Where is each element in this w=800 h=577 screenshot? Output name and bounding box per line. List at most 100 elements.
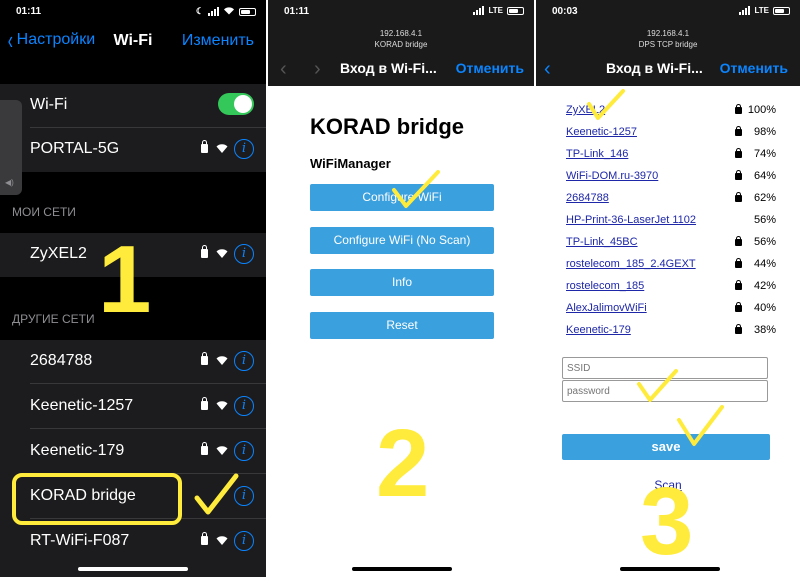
home-indicator [620, 567, 720, 571]
browser-header: 01:11 LTE 192.168.4.1 KORAD bridge ‹ › В… [268, 0, 534, 86]
info-icon[interactable]: i [234, 244, 254, 264]
network-list: ZyXEL2 100% Keenetic-1257 98% TP-Link_146 74%… [566, 104, 776, 346]
edit-button[interactable]: Изменить [182, 32, 254, 50]
network-name: 2684788 [30, 352, 93, 369]
forward-chevron-icon[interactable]: › [314, 58, 321, 81]
lock-icon [735, 302, 742, 312]
network-name: ZyXEL2 [30, 245, 87, 262]
network-list-item[interactable]: TP-Link_146 74% [566, 148, 776, 170]
network-name: Keenetic-179 [30, 442, 125, 459]
network-list-item[interactable]: rostelecom_185_2.4GEXT 44% [566, 258, 776, 280]
home-indicator [352, 567, 452, 571]
page-title: KORAD bridge [310, 114, 464, 139]
info-icon[interactable]: i [234, 441, 254, 461]
wifi-icon [216, 144, 228, 153]
back-chevron-icon[interactable]: ‹ [544, 58, 551, 81]
signal-strength: 44% [753, 258, 776, 270]
browser-header: 00:03 LTE 192.168.4.1 DPS TCP bridge ‹ В… [536, 0, 800, 86]
network-link[interactable]: 2684788 [566, 192, 609, 204]
network-link[interactable]: AlexJalimovWiFi [566, 302, 647, 314]
network-row[interactable]: 2684788 i [0, 340, 266, 384]
network-link[interactable]: TP-Link_146 [566, 148, 628, 160]
network-name: RT-WiFi-F087 [30, 532, 130, 549]
info-button[interactable]: Info [310, 269, 494, 296]
lock-icon [735, 324, 742, 334]
home-indicator [78, 567, 188, 571]
lock-icon [201, 397, 208, 410]
cancel-button[interactable]: Отменить [720, 60, 788, 76]
network-link[interactable]: WiFi-DOM.ru-3970 [566, 170, 658, 182]
browser-nav: ‹ › Вход в Wi-Fi... Отменить [268, 58, 534, 80]
signal-strength: 56% [753, 214, 776, 226]
network-link[interactable]: Keenetic-1257 [566, 126, 637, 138]
network-name: Keenetic-1257 [30, 397, 134, 414]
network-list-item[interactable]: AlexJalimovWiFi 40% [566, 302, 776, 324]
info-icon[interactable]: i [234, 396, 254, 416]
wifi-icon [223, 6, 235, 17]
step-number: 1 [98, 226, 152, 333]
status-time: 01:11 [16, 6, 42, 17]
lock-icon [735, 258, 742, 268]
wifi-group: Wi-Fi PORTAL-5G i [0, 84, 266, 172]
wifi-icon [216, 356, 228, 365]
network-link[interactable]: HP-Print-36-LaserJet 1102 [566, 214, 696, 226]
cancel-button[interactable]: Отменить [456, 60, 524, 76]
nav-title: Вход в Wi-Fi... [340, 60, 437, 76]
my-networks-header: МОИ СЕТИ [12, 205, 76, 219]
checkmark-icon [677, 405, 724, 446]
network-type: LTE [488, 6, 503, 15]
current-network-row[interactable]: PORTAL-5G i [0, 128, 266, 172]
network-link[interactable]: rostelecom_185 [566, 280, 644, 292]
checkmark-icon [392, 170, 440, 208]
save-button[interactable]: save [562, 434, 770, 460]
status-bar: 00:03 LTE [552, 6, 790, 20]
wifi-icon [216, 401, 228, 410]
signal-icon [208, 7, 219, 16]
step-number: 3 [640, 468, 694, 575]
url-display: 192.168.4.1 KORAD bridge [268, 28, 534, 50]
network-list-item[interactable]: WiFi-DOM.ru-3970 64% [566, 170, 776, 192]
info-icon[interactable]: i [234, 531, 254, 551]
info-icon[interactable]: i [234, 351, 254, 371]
wifi-label: Wi-Fi [30, 96, 68, 113]
network-link[interactable]: Keenetic-179 [566, 324, 631, 336]
network-link[interactable]: rostelecom_185_2.4GEXT [566, 258, 696, 270]
network-list-item[interactable]: 2684788 62% [566, 192, 776, 214]
network-link[interactable]: TP-Link_45BC [566, 236, 638, 248]
volume-slider[interactable]: ◀) [0, 100, 22, 195]
lock-icon [735, 104, 742, 114]
checkmark-icon [194, 473, 239, 515]
lock-icon [201, 140, 208, 153]
step-number: 2 [376, 410, 430, 517]
status-bar: 01:11 LTE [284, 6, 524, 20]
wifi-toggle[interactable] [218, 93, 254, 115]
info-icon[interactable]: i [234, 139, 254, 159]
network-list-item[interactable]: HP-Print-36-LaserJet 1102 56% [566, 214, 776, 236]
network-list-item[interactable]: rostelecom_185 42% [566, 280, 776, 302]
wifi-icon [216, 249, 228, 258]
signal-strength: 38% [753, 324, 776, 336]
wifi-icon [216, 446, 228, 455]
signal-strength: 100% [747, 104, 776, 116]
network-list-item[interactable]: Keenetic-1257 98% [566, 126, 776, 148]
configure-wifi-noscan-button[interactable]: Configure WiFi (No Scan) [310, 227, 494, 254]
network-list-item[interactable]: Keenetic-179 38% [566, 324, 776, 346]
browser-nav: ‹ Вход в Wi-Fi... Отменить [536, 58, 800, 80]
url-display: 192.168.4.1 DPS TCP bridge [536, 28, 800, 50]
network-list-item[interactable]: TP-Link_45BC 56% [566, 236, 776, 258]
other-networks-header: ДРУГИЕ СЕТИ [12, 312, 95, 326]
url-host: 192.168.4.1 [379, 29, 423, 38]
network-row[interactable]: Keenetic-1257 i [0, 385, 266, 429]
signal-strength: 56% [753, 236, 776, 248]
back-chevron-icon[interactable]: ‹ [280, 58, 287, 81]
highlight-annotation [12, 473, 182, 525]
moon-icon: ☾ [195, 6, 204, 16]
network-row[interactable]: Keenetic-179 i [0, 430, 266, 474]
wifi-toggle-row[interactable]: Wi-Fi [0, 84, 266, 128]
navigation-bar: ‹ Настройки Wi-Fi Изменить [0, 27, 266, 56]
battery-icon [507, 6, 524, 15]
captive-portal-menu-screen: 01:11 LTE 192.168.4.1 KORAD bridge ‹ › В… [268, 0, 534, 577]
reset-button[interactable]: Reset [310, 312, 494, 339]
network-row[interactable]: RT-WiFi-F087 i [0, 520, 266, 564]
url-title: KORAD bridge [374, 40, 428, 49]
